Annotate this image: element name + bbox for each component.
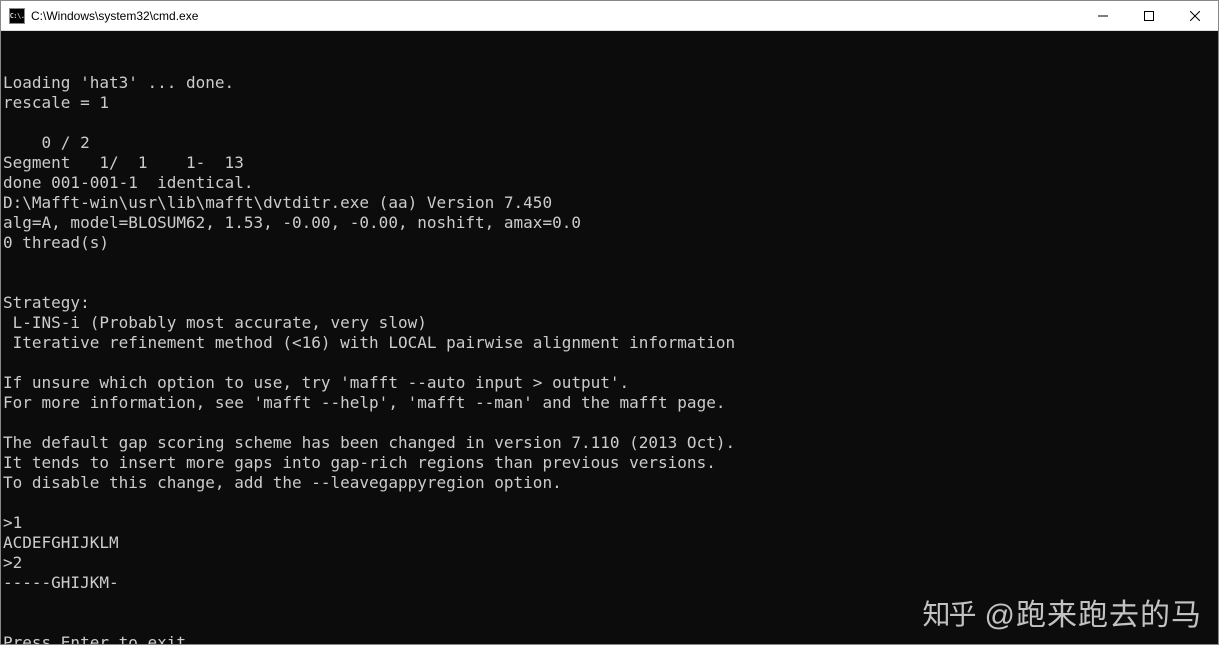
- window-controls: [1080, 1, 1218, 30]
- terminal-line: >1: [3, 513, 1216, 533]
- terminal-line: D:\Mafft-win\usr\lib\mafft\dvtditr.exe (…: [3, 193, 1216, 213]
- terminal-area[interactable]: Loading 'hat3' ... done.rescale = 1 0 / …: [1, 31, 1218, 644]
- terminal-line: 0 / 2: [3, 133, 1216, 153]
- cmd-window: C:\. C:\Windows\system32\cmd.exe Loading…: [0, 0, 1219, 645]
- terminal-line: Segment 1/ 1 1- 13: [3, 153, 1216, 173]
- terminal-line: L-INS-i (Probably most accurate, very sl…: [3, 313, 1216, 333]
- terminal-line: [3, 113, 1216, 133]
- terminal-line: alg=A, model=BLOSUM62, 1.53, -0.00, -0.0…: [3, 213, 1216, 233]
- terminal-line: For more information, see 'mafft --help'…: [3, 393, 1216, 413]
- terminal-line: [3, 253, 1216, 273]
- terminal-line: Iterative refinement method (<16) with L…: [3, 333, 1216, 353]
- terminal-line: >2: [3, 553, 1216, 573]
- window-title: C:\Windows\system32\cmd.exe: [31, 9, 1080, 23]
- terminal-line: [3, 273, 1216, 293]
- terminal-line: ACDEFGHIJKLM: [3, 533, 1216, 553]
- terminal-line: The default gap scoring scheme has been …: [3, 433, 1216, 453]
- terminal-output: Loading 'hat3' ... done.rescale = 1 0 / …: [3, 73, 1216, 593]
- terminal-line: If unsure which option to use, try 'maff…: [3, 373, 1216, 393]
- terminal-line: It tends to insert more gaps into gap-ri…: [3, 453, 1216, 473]
- cmd-icon: C:\.: [9, 8, 25, 24]
- watermark-logo: 知乎: [923, 606, 975, 626]
- terminal-line: [3, 353, 1216, 373]
- terminal-line: Loading 'hat3' ... done.: [3, 73, 1216, 93]
- terminal-line: [3, 413, 1216, 433]
- prompt-text: Press Enter to exit.: [3, 633, 196, 644]
- terminal-line: -----GHIJKM-: [3, 573, 1216, 593]
- close-button[interactable]: [1172, 1, 1218, 30]
- terminal-line: rescale = 1: [3, 93, 1216, 113]
- minimize-button[interactable]: [1080, 1, 1126, 30]
- terminal-line: 0 thread(s): [3, 233, 1216, 253]
- titlebar[interactable]: C:\. C:\Windows\system32\cmd.exe: [1, 1, 1218, 31]
- terminal-line: Strategy:: [3, 293, 1216, 313]
- terminal-line: To disable this change, add the --leaveg…: [3, 473, 1216, 493]
- maximize-button[interactable]: [1126, 1, 1172, 30]
- terminal-prompt-line: Press Enter to exit.: [3, 633, 1216, 644]
- watermark: 知乎 @跑来跑去的马: [923, 606, 1202, 626]
- watermark-text: @跑来跑去的马: [985, 606, 1202, 626]
- terminal-line: [3, 493, 1216, 513]
- terminal-line: done 001-001-1 identical.: [3, 173, 1216, 193]
